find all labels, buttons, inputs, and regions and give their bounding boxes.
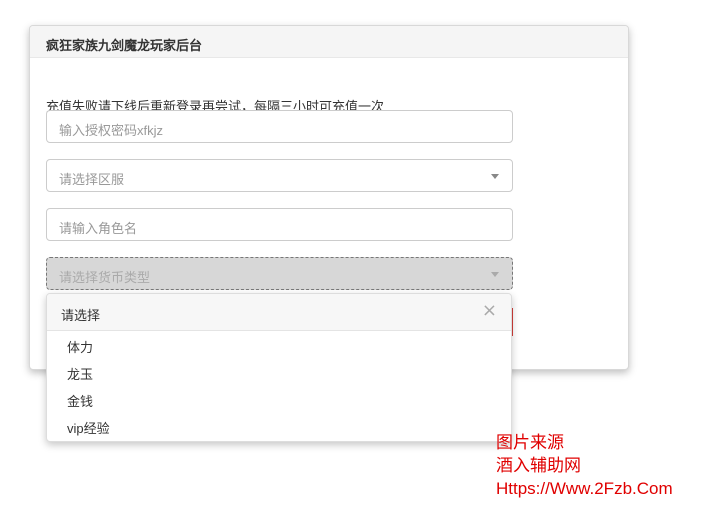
dropdown-option-stamina[interactable]: 体力: [67, 337, 93, 356]
dropdown-option-money[interactable]: 金钱: [67, 391, 93, 410]
panel-header: 疯狂家族九剑魔龙玩家后台: [30, 26, 628, 58]
role-name-input[interactable]: 请输入角色名: [46, 208, 513, 241]
server-select-placeholder: 请选择区服: [59, 172, 125, 187]
auth-password-placeholder: 输入授权密码xfkjz: [59, 123, 164, 138]
auth-password-input[interactable]: 输入授权密码xfkjz: [46, 110, 513, 143]
server-select[interactable]: 请选择区服: [46, 159, 513, 192]
watermark-line-2: 酒入辅助网: [496, 456, 581, 475]
close-icon[interactable]: ×: [482, 302, 497, 320]
dropdown-option-vip-exp[interactable]: vip经验: [67, 418, 110, 437]
dropdown-header-label: 请选择: [61, 308, 101, 323]
currency-dropdown-menu: 请选择 × 体力 龙玉 金钱 vip经验: [46, 293, 512, 442]
chevron-down-icon: [491, 174, 499, 179]
watermark-url: Https://Www.2Fzb.Com: [496, 479, 673, 498]
dropdown-option-dragon-jade[interactable]: 龙玉: [67, 364, 93, 383]
currency-type-placeholder: 请选择货币类型: [59, 270, 151, 285]
page-title: 疯狂家族九剑魔龙玩家后台: [46, 38, 203, 53]
watermark-line-1: 图片来源: [496, 433, 564, 452]
dropdown-header: 请选择 ×: [47, 294, 511, 331]
currency-type-select[interactable]: 请选择货币类型: [46, 257, 513, 290]
role-name-placeholder: 请输入角色名: [59, 221, 138, 236]
chevron-down-icon: [491, 272, 499, 277]
